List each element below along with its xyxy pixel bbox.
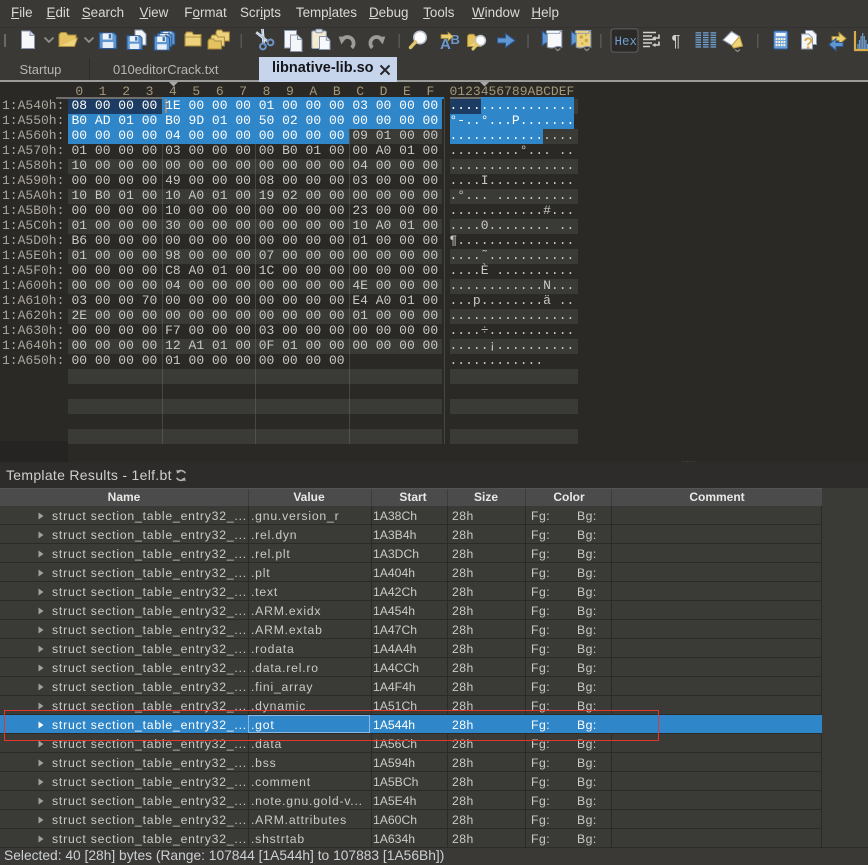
svg-text:B: B (451, 32, 460, 47)
svg-text:Hex: Hex (615, 35, 638, 49)
svg-text:?: ? (804, 36, 814, 53)
svg-text:¶: ¶ (672, 33, 681, 51)
